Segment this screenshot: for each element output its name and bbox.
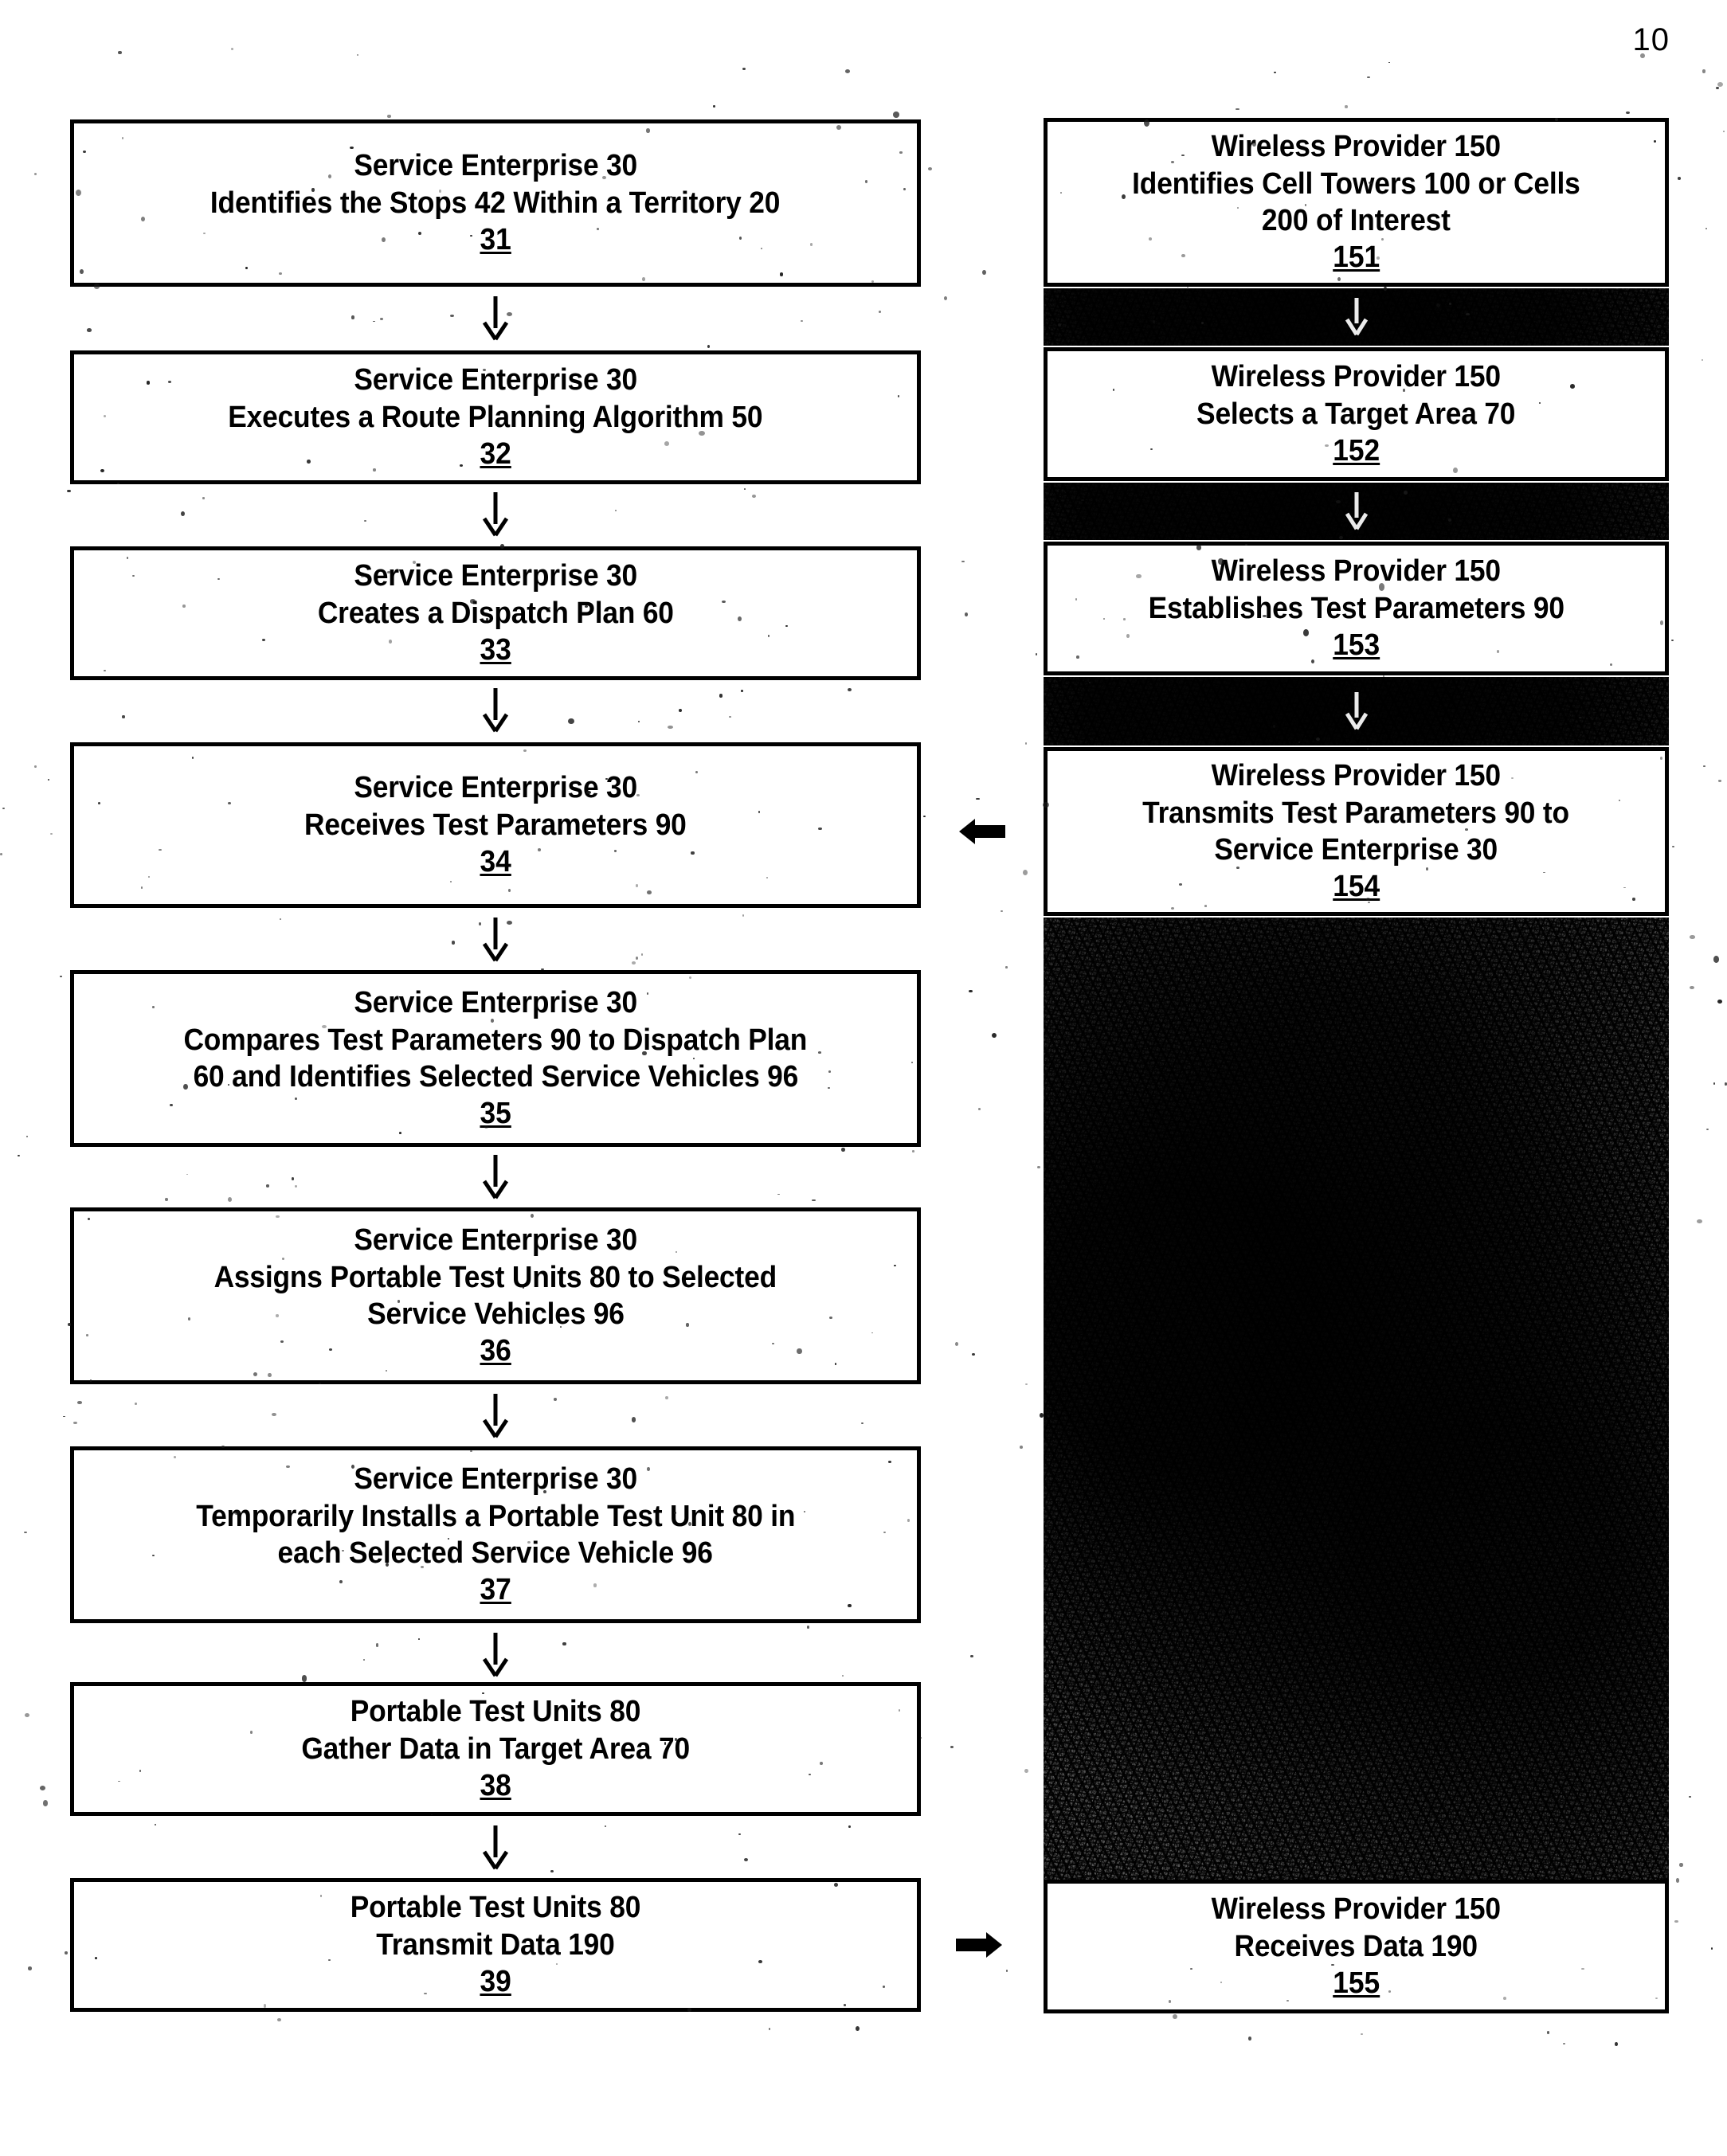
- down-arrow-153-to-154: [1343, 692, 1370, 730]
- down-arrow-34-to-35: [480, 918, 511, 962]
- flow-box-32-line-1: Service Enterprise 30: [354, 363, 637, 397]
- flow-box-33-line-2: Creates a Dispatch Plan 60: [317, 596, 674, 630]
- flow-box-35-line-1: Service Enterprise 30: [354, 986, 637, 1020]
- flow-box-36: Service Enterprise 30 Assigns Portable T…: [70, 1207, 921, 1384]
- flow-box-34: Service Enterprise 30 Receives Test Para…: [70, 742, 921, 908]
- flow-box-34-line-2: Receives Test Parameters 90: [304, 808, 687, 842]
- flow-box-37: Service Enterprise 30 Temporarily Instal…: [70, 1446, 921, 1623]
- flow-box-39-ref: 39: [480, 1965, 511, 1999]
- scan-noise-band-151-152: [1044, 288, 1669, 346]
- flow-box-38: Portable Test Units 80 Gather Data in Ta…: [70, 1682, 921, 1816]
- page-number: 10: [1632, 22, 1670, 57]
- flow-box-155-line-2: Receives Data 190: [1234, 1929, 1478, 1963]
- flow-box-151: Wireless Provider 150 Identifies Cell To…: [1044, 118, 1669, 287]
- figure-sheet: 10 Service Enterprise 30 Identifies the …: [0, 0, 1727, 2156]
- down-arrow-33-to-34: [480, 688, 511, 733]
- flow-box-151-line-1: Wireless Provider 150: [1211, 130, 1502, 164]
- flow-box-153-line-1: Wireless Provider 150: [1211, 554, 1502, 589]
- flow-box-153-line-2: Establishes Test Parameters 90: [1148, 591, 1564, 625]
- down-arrow-31-to-32: [480, 296, 511, 341]
- flow-box-154-line-2: Transmits Test Parameters 90 to: [1142, 796, 1570, 830]
- flow-box-152: Wireless Provider 150 Selects a Target A…: [1044, 347, 1669, 481]
- flow-box-155-ref: 155: [1333, 1966, 1380, 2001]
- flow-box-33-ref: 33: [480, 633, 511, 667]
- flow-box-39: Portable Test Units 80 Transmit Data 190…: [70, 1878, 921, 2012]
- flow-box-37-line-1: Service Enterprise 30: [354, 1462, 637, 1497]
- flow-box-154-line-3: Service Enterprise 30: [1214, 833, 1498, 867]
- flow-box-151-line-2: Identifies Cell Towers 100 or Cells: [1132, 166, 1580, 201]
- down-arrow-152-to-153: [1343, 492, 1370, 530]
- flow-box-38-line-1: Portable Test Units 80: [350, 1695, 641, 1729]
- flow-box-32-ref: 32: [480, 437, 511, 472]
- flow-box-39-line-1: Portable Test Units 80: [350, 1891, 641, 1925]
- scan-noise-band-152-153: [1044, 483, 1669, 540]
- flow-box-153-ref: 153: [1333, 628, 1380, 663]
- flow-box-35: Service Enterprise 30 Compares Test Para…: [70, 970, 921, 1147]
- flow-box-38-line-2: Gather Data in Target Area 70: [301, 1731, 690, 1766]
- flow-box-151-ref: 151: [1333, 241, 1380, 275]
- flow-box-34-ref: 34: [480, 845, 511, 879]
- flow-box-37-line-3: each Selected Service Vehicle 96: [277, 1536, 714, 1570]
- flow-box-152-ref: 152: [1333, 434, 1380, 468]
- flow-box-154-line-1: Wireless Provider 150: [1211, 759, 1502, 793]
- scan-noise-band-153-154: [1044, 677, 1669, 745]
- flow-box-33-line-1: Service Enterprise 30: [354, 559, 637, 593]
- flow-box-35-ref: 35: [480, 1097, 511, 1131]
- flow-box-31-line-2: Identifies the Stops 42 Within a Territo…: [210, 186, 781, 220]
- flow-box-152-line-2: Selects a Target Area 70: [1196, 397, 1516, 431]
- down-arrow-151-to-152: [1343, 298, 1370, 336]
- left-arrow-154-to-34: [957, 809, 1007, 854]
- flow-box-31-line-1: Service Enterprise 30: [354, 149, 637, 183]
- flow-box-155: Wireless Provider 150 Receives Data 190 …: [1044, 1880, 1669, 2013]
- flow-box-37-line-2: Temporarily Installs a Portable Test Uni…: [196, 1499, 795, 1533]
- down-arrow-38-to-39: [480, 1825, 511, 1870]
- flow-box-152-line-1: Wireless Provider 150: [1211, 360, 1502, 394]
- flow-box-153: Wireless Provider 150 Establishes Test P…: [1044, 542, 1669, 675]
- right-arrow-39-to-155: [954, 1923, 1004, 1967]
- flow-box-36-line-3: Service Vehicles 96: [366, 1297, 625, 1331]
- down-arrow-35-to-36: [480, 1155, 511, 1199]
- flow-box-36-line-2: Assigns Portable Test Units 80 to Select…: [213, 1260, 777, 1294]
- flow-box-155-line-1: Wireless Provider 150: [1211, 1892, 1502, 1927]
- flow-box-36-line-1: Service Enterprise 30: [354, 1223, 637, 1258]
- flow-box-32: Service Enterprise 30 Executes a Route P…: [70, 350, 921, 484]
- flow-box-154: Wireless Provider 150 Transmits Test Par…: [1044, 747, 1669, 916]
- flow-box-31: Service Enterprise 30 Identifies the Sto…: [70, 119, 921, 287]
- flow-box-31-ref: 31: [480, 223, 511, 257]
- flow-box-151-line-3: 200 of Interest: [1262, 204, 1451, 237]
- flow-box-33: Service Enterprise 30 Creates a Dispatch…: [70, 546, 921, 680]
- down-arrow-32-to-33: [480, 492, 511, 537]
- flow-box-34-line-1: Service Enterprise 30: [354, 771, 637, 805]
- flow-box-35-line-3: 60 and Identifies Selected Service Vehic…: [193, 1060, 798, 1094]
- flow-box-32-line-2: Executes a Route Planning Algorithm 50: [228, 400, 763, 434]
- flow-box-154-ref: 154: [1333, 870, 1380, 904]
- flow-box-38-ref: 38: [480, 1769, 511, 1803]
- flow-box-36-ref: 36: [480, 1334, 511, 1368]
- down-arrow-36-to-37: [480, 1394, 511, 1438]
- flow-box-37-ref: 37: [480, 1573, 511, 1607]
- flow-box-35-line-2: Compares Test Parameters 90 to Dispatch …: [183, 1023, 808, 1057]
- down-arrow-37-to-38: [480, 1633, 511, 1677]
- scan-noise-block-154-155: [1044, 918, 1669, 1939]
- flow-box-39-line-2: Transmit Data 190: [376, 1927, 615, 1962]
